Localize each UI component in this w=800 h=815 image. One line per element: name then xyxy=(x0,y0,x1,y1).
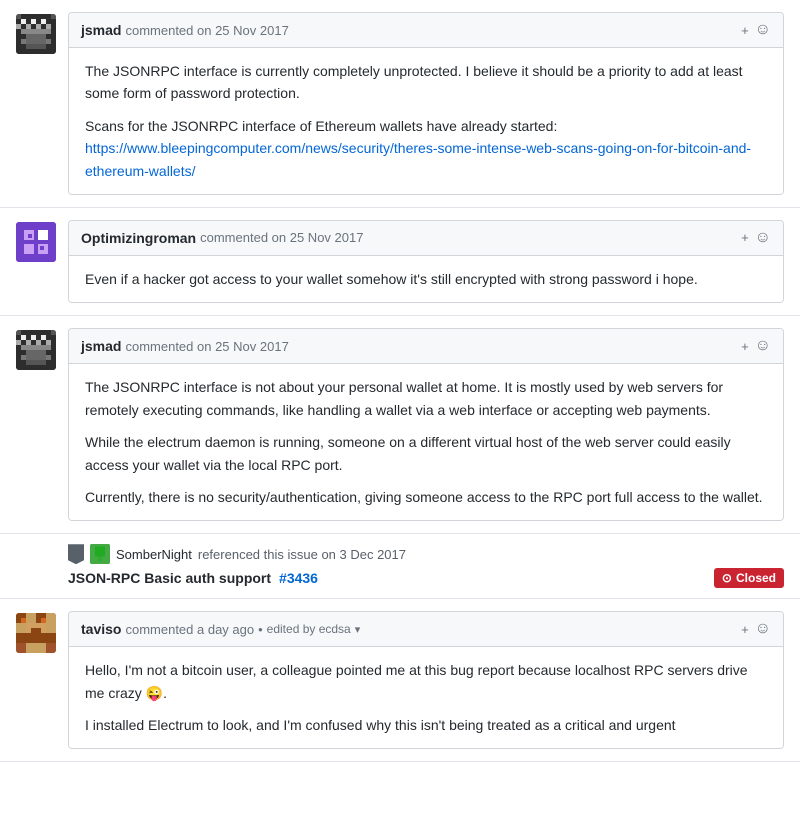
comment-author-4[interactable]: taviso xyxy=(81,621,121,637)
comment-link-1[interactable]: https://www.bleepingcomputer.com/news/se… xyxy=(85,140,751,178)
comment-meta-1: commented on 25 Nov 2017 xyxy=(125,23,288,38)
plus-icon-4[interactable]: + xyxy=(741,622,749,637)
smiley-icon-2[interactable]: ☺ xyxy=(755,229,771,247)
closed-circle-icon: ⊙ xyxy=(722,571,732,585)
ref-issue-number[interactable]: #3436 xyxy=(279,570,318,586)
comment-body-4: Hello, I'm not a bitcoin user, a colleag… xyxy=(69,647,783,748)
avatar-taviso xyxy=(16,613,56,653)
smiley-icon-3[interactable]: ☺ xyxy=(755,337,771,355)
comment-block-1: jsmad commented on 25 Nov 2017 + ☺ The J… xyxy=(0,0,800,208)
comment-paragraph-2-1: Even if a hacker got access to your wall… xyxy=(85,268,767,290)
smiley-icon-1[interactable]: ☺ xyxy=(755,21,771,39)
comment-paragraph-1-2: Scans for the JSONRPC interface of Ether… xyxy=(85,115,767,182)
comment-actions-4: + ☺ xyxy=(741,620,771,638)
comment-header-left-1: jsmad commented on 25 Nov 2017 xyxy=(81,22,289,38)
comment-author-3[interactable]: jsmad xyxy=(81,338,121,354)
comment-body-2: Even if a hacker got access to your wall… xyxy=(69,256,783,302)
comment-container-4: taviso commented a day ago • edited by e… xyxy=(68,611,784,749)
sombernight-avatar xyxy=(90,544,110,564)
comment-body-1: The JSONRPC interface is currently compl… xyxy=(69,48,783,194)
comment-actions-1: + ☺ xyxy=(741,21,771,39)
comment-container-2: Optimizingroman commented on 25 Nov 2017… xyxy=(68,220,784,303)
comment-header-left-3: jsmad commented on 25 Nov 2017 xyxy=(81,338,289,354)
ref-username[interactable]: SomberNight xyxy=(116,547,192,562)
comment-paragraph-4-2: I installed Electrum to look, and I'm co… xyxy=(85,714,767,736)
comment-header-1: jsmad commented on 25 Nov 2017 + ☺ xyxy=(69,13,783,48)
comment-meta-dot: • xyxy=(258,622,263,637)
comment-container-3: jsmad commented on 25 Nov 2017 + ☺ The J… xyxy=(68,328,784,521)
ref-text: referenced this issue on 3 Dec 2017 xyxy=(198,547,406,562)
comment-header-4: taviso commented a day ago • edited by e… xyxy=(69,612,783,647)
comment-text-1-2: Scans for the JSONRPC interface of Ether… xyxy=(85,118,557,134)
comment-paragraph-3-1: The JSONRPC interface is not about your … xyxy=(85,376,767,421)
closed-badge: ⊙ Closed xyxy=(714,568,784,588)
comment-paragraph-4-1: Hello, I'm not a bitcoin user, a colleag… xyxy=(85,659,767,704)
comment-block-4: taviso commented a day ago • edited by e… xyxy=(0,599,800,762)
comment-block-3: jsmad commented on 25 Nov 2017 + ☺ The J… xyxy=(0,316,800,534)
reference-block: SomberNight referenced this issue on 3 D… xyxy=(0,534,800,599)
reference-wrapper: SomberNight referenced this issue on 3 D… xyxy=(68,544,784,588)
comment-author-2[interactable]: Optimizingroman xyxy=(81,230,196,246)
comment-header-left-2: Optimizingroman commented on 25 Nov 2017 xyxy=(81,230,363,246)
comment-paragraph-3-2: While the electrum daemon is running, so… xyxy=(85,431,767,476)
comment-actions-3: + ☺ xyxy=(741,337,771,355)
plus-icon-3[interactable]: + xyxy=(741,339,749,354)
comment-body-3: The JSONRPC interface is not about your … xyxy=(69,364,783,520)
comment-paragraph-1-1: The JSONRPC interface is currently compl… xyxy=(85,60,767,105)
edited-label: edited by ecdsa xyxy=(267,622,351,636)
comment-header-2: Optimizingroman commented on 25 Nov 2017… xyxy=(69,221,783,256)
smiley-icon-4[interactable]: ☺ xyxy=(755,620,771,638)
avatar-jsmad-1 xyxy=(16,14,56,54)
avatar-optimizing xyxy=(16,222,56,262)
closed-label: Closed xyxy=(736,571,776,585)
reference-issue-line: JSON-RPC Basic auth support #3436 ⊙ Clos… xyxy=(68,568,784,588)
bookmark-icon xyxy=(68,544,84,564)
comment-header-3: jsmad commented on 25 Nov 2017 + ☺ xyxy=(69,329,783,364)
comment-header-left-4: taviso commented a day ago • edited by e… xyxy=(81,621,360,637)
comment-container-1: jsmad commented on 25 Nov 2017 + ☺ The J… xyxy=(68,12,784,195)
avatar-jsmad-2 xyxy=(16,330,56,370)
comment-meta-2: commented on 25 Nov 2017 xyxy=(200,230,363,245)
comment-block-2: Optimizingroman commented on 25 Nov 2017… xyxy=(0,208,800,316)
ref-issue-title: JSON-RPC Basic auth support xyxy=(68,570,271,586)
reference-header: SomberNight referenced this issue on 3 D… xyxy=(68,544,784,564)
comment-author-1[interactable]: jsmad xyxy=(81,22,121,38)
comment-paragraph-3-3: Currently, there is no security/authenti… xyxy=(85,486,767,508)
plus-icon-1[interactable]: + xyxy=(741,23,749,38)
comment-meta-3: commented on 25 Nov 2017 xyxy=(125,339,288,354)
plus-icon-2[interactable]: + xyxy=(741,230,749,245)
comment-actions-2: + ☺ xyxy=(741,229,771,247)
comment-meta-4: commented a day ago xyxy=(125,622,254,637)
dropdown-arrow-icon[interactable]: ▾ xyxy=(355,623,361,636)
